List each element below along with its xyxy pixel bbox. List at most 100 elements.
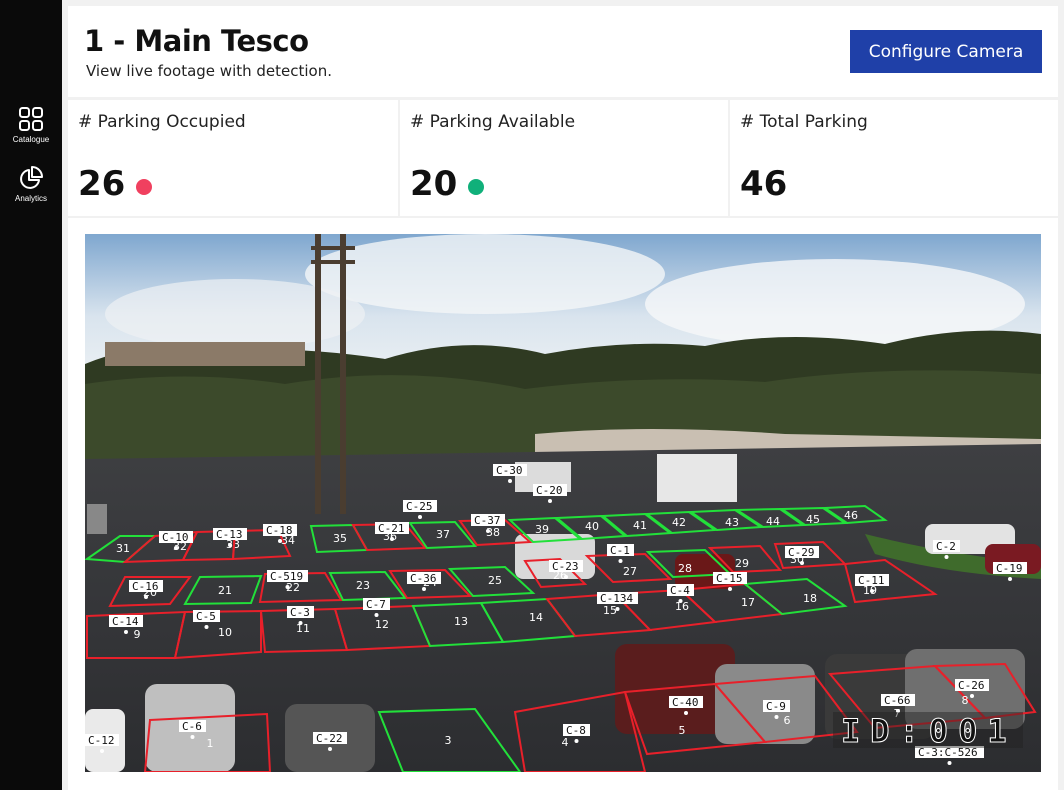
detection-center-dot bbox=[285, 585, 290, 589]
detection-center-dot bbox=[800, 561, 804, 565]
detection-center-dot bbox=[124, 630, 128, 634]
detection-center-dot bbox=[174, 546, 178, 550]
stat-label: # Parking Occupied bbox=[78, 112, 246, 132]
parking-spot-number: 21 bbox=[218, 584, 232, 597]
detection-center-dot bbox=[298, 621, 303, 625]
detection-tag: C-40 bbox=[672, 696, 699, 709]
detection-center-dot bbox=[615, 607, 620, 611]
detection-tag: C-16 bbox=[132, 580, 159, 593]
parking-spot-number: 8 bbox=[962, 694, 969, 707]
detection-center-dot bbox=[574, 739, 579, 743]
pie-chart-icon bbox=[20, 166, 43, 189]
grid-icon bbox=[19, 107, 43, 131]
detection-tag: C-20 bbox=[536, 484, 563, 497]
detection-center-dot bbox=[418, 515, 422, 519]
detection-tag: C-519 bbox=[270, 570, 303, 583]
parking-spot-number: 10 bbox=[218, 626, 232, 639]
parking-spot-number: 14 bbox=[529, 611, 543, 624]
sidebar: Catalogue Analytics bbox=[0, 0, 62, 790]
detection-center-dot bbox=[204, 625, 209, 629]
detection-tag: C-7 bbox=[366, 598, 386, 611]
detection-tag: C-36 bbox=[410, 572, 437, 585]
detection-tag: C-22 bbox=[316, 732, 343, 745]
stat-card-occupied: # Parking Occupied 26 bbox=[68, 100, 398, 216]
detection-center-dot bbox=[774, 715, 779, 719]
detection-center-dot bbox=[278, 539, 282, 543]
occupied-status-dot bbox=[136, 179, 152, 195]
detection-tag: C-6 bbox=[182, 720, 202, 733]
parking-spot-number: 6 bbox=[784, 714, 791, 727]
detection-center-dot bbox=[508, 479, 512, 483]
parking-spot-number: 28 bbox=[678, 562, 692, 575]
detection-center-dot bbox=[618, 559, 623, 563]
detection-center-dot bbox=[144, 595, 148, 599]
detection-center-dot bbox=[944, 555, 949, 559]
scene-background bbox=[85, 234, 1041, 772]
parking-spot-number: 25 bbox=[488, 574, 502, 587]
detection-center-dot bbox=[548, 499, 552, 503]
detection-tag: C-23 bbox=[552, 560, 579, 573]
parking-spot-number: 12 bbox=[375, 618, 389, 631]
parking-spot-number: 27 bbox=[623, 565, 637, 578]
parking-spot-number: 29 bbox=[735, 557, 749, 570]
parking-spot-number: 41 bbox=[633, 519, 647, 532]
detection-tag: C-21 bbox=[378, 522, 405, 535]
stat-card-total: # Total Parking 46 bbox=[730, 100, 1058, 216]
detection-tag: C-37 bbox=[474, 514, 501, 527]
parking-spot-number: 13 bbox=[454, 615, 468, 628]
detection-tag: C-12 bbox=[88, 734, 115, 747]
detection-tag: C-134 bbox=[600, 592, 633, 605]
configure-camera-button[interactable]: Configure Camera bbox=[850, 30, 1042, 73]
detection-tag: C-2 bbox=[936, 540, 956, 553]
sidebar-item-analytics[interactable]: Analytics bbox=[0, 165, 62, 203]
detection-tag: C-29 bbox=[788, 546, 815, 559]
parking-spot-number: 45 bbox=[806, 513, 820, 526]
detection-center-dot bbox=[684, 711, 688, 715]
detection-tag: C-13 bbox=[216, 528, 243, 541]
detection-center-dot bbox=[970, 694, 974, 698]
camera-panel: 31 32 33 34 35 36 37 38 39 40 41 42 43 44 45 46 20 21 22 23… bbox=[68, 218, 1058, 790]
detection-tag: C-19 bbox=[996, 562, 1023, 575]
detection-tag: C-25 bbox=[406, 500, 433, 513]
detection-tag: C-15 bbox=[716, 572, 743, 585]
detection-center-dot bbox=[1008, 577, 1012, 581]
parking-spot-number: 11 bbox=[296, 622, 310, 635]
detection-center-dot bbox=[947, 761, 952, 765]
detection-tag: C-9 bbox=[766, 700, 786, 713]
parking-spot-number: 42 bbox=[672, 516, 686, 529]
detection-center-dot bbox=[422, 587, 426, 591]
camera-feed-canvas: 31 32 33 34 35 36 37 38 39 40 41 42 43 44 45 4620 21 22 23… bbox=[85, 234, 1041, 772]
parking-spot-number: 15 bbox=[603, 604, 617, 617]
page-subtitle: View live footage with detection. bbox=[86, 62, 332, 80]
stat-card-available: # Parking Available 20 bbox=[400, 100, 728, 216]
sidebar-item-label: Analytics bbox=[14, 194, 47, 203]
parking-spot-number: 9 bbox=[134, 628, 141, 641]
parking-spot-number: 23 bbox=[356, 579, 370, 592]
parking-spot-number: 40 bbox=[585, 520, 599, 533]
detection-center-dot bbox=[328, 747, 332, 751]
detection-tag: C-3 bbox=[290, 606, 310, 619]
parking-spot-number: 46 bbox=[844, 509, 858, 522]
detection-center-dot bbox=[190, 735, 195, 739]
detection-tag: C-14 bbox=[112, 615, 139, 628]
parking-spot-number: 18 bbox=[803, 592, 817, 605]
detection-tag: C-4 bbox=[670, 584, 690, 597]
stats-row: # Parking Occupied 26 # Parking Availabl… bbox=[68, 100, 1058, 216]
live-camera-feed[interactable]: 31 32 33 34 35 36 37 38 39 40 41 42 43 44 45 46 20 21 22 23… bbox=[85, 234, 1041, 772]
parking-spot-number: 4 bbox=[562, 736, 569, 749]
detection-center-dot bbox=[486, 529, 490, 533]
detection-tag: C-5 bbox=[196, 610, 216, 623]
stat-label: # Total Parking bbox=[740, 112, 868, 132]
detection-center-dot bbox=[390, 537, 394, 541]
detection-center-dot bbox=[870, 589, 874, 593]
detection-center-dot bbox=[228, 543, 232, 547]
parking-spot-number: 1 bbox=[207, 737, 214, 750]
detection-tag: C-10 bbox=[162, 531, 189, 544]
sidebar-item-catalogue[interactable]: Catalogue bbox=[0, 106, 62, 144]
page-header: 1 - Main Tesco View live footage with de… bbox=[68, 6, 1058, 97]
stat-value: 46 bbox=[740, 164, 788, 204]
detection-tag: C-26 bbox=[958, 679, 985, 692]
camera-id-label: ID:001 bbox=[841, 712, 1017, 750]
detection-center-dot bbox=[678, 599, 683, 603]
detection-center-dot bbox=[564, 575, 568, 579]
